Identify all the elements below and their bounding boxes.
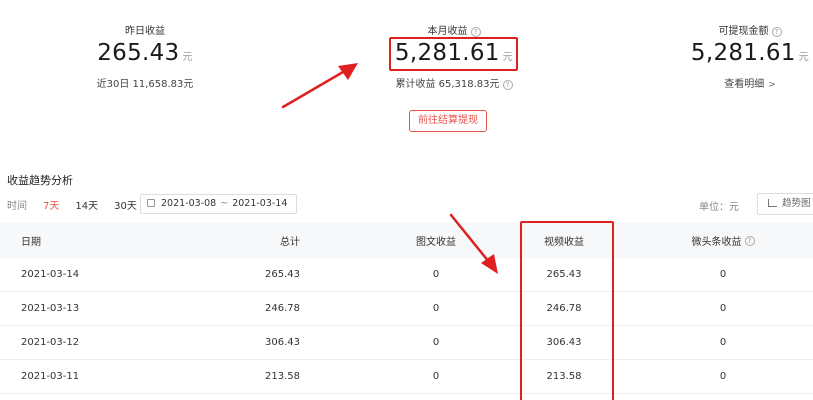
annotation-box-month: [389, 37, 518, 71]
view-details-link[interactable]: 查看明细 >: [650, 75, 813, 90]
table-row: 2021-03-13 246.78 0 246.78 0: [0, 292, 813, 326]
cell-total: 306.43: [265, 337, 300, 348]
table-row: 2021-03-14 265.43 0 265.43 0: [0, 258, 813, 292]
cell-microposts: 0: [719, 303, 727, 314]
cell-total: 213.58: [265, 371, 300, 382]
stat-month-label: 本月收益?: [354, 22, 554, 37]
cell-total: 265.43: [265, 269, 300, 280]
annotation-arrow: [281, 63, 358, 109]
date-range-picker[interactable]: 2021-03-08 ~2021-03-14: [140, 194, 297, 214]
help-circle-icon[interactable]: ?: [502, 80, 513, 90]
stat-yesterday-value: 265.43 元: [97, 40, 193, 66]
table-row: 2021-03-11 213.58 0 213.58 0: [0, 360, 813, 394]
cell-date: 2021-03-14: [21, 269, 80, 280]
calendar-icon: [147, 199, 155, 207]
cell-microposts: 0: [719, 337, 727, 348]
cell-microposts: 0: [719, 269, 727, 280]
help-circle-icon[interactable]: ?: [744, 235, 755, 246]
unit-label: 单位：元: [699, 202, 739, 213]
filter-14d[interactable]: 14天: [75, 197, 98, 212]
earnings-table: 日期 总计 图文收益 视频收益 微头条收益? 2021-03-14 265.43…: [0, 223, 813, 394]
stat-month-sub: 累计收益 65,318.83元?: [354, 75, 554, 90]
annotation-box-video: [520, 221, 614, 400]
header-article: 图文收益: [416, 237, 456, 248]
table-row: 2021-03-12 306.43 0 306.43 0: [0, 326, 813, 360]
time-filter: 时间 7天 14天 30天: [7, 194, 153, 214]
stat-withdrawable-value: 5,281.61 元: [690, 40, 810, 66]
cell-article: 0: [432, 371, 440, 382]
header-total: 总计: [280, 237, 300, 248]
stat-yesterday-sub: 近30日 11,658.83元: [96, 79, 194, 90]
settle-withdraw-button[interactable]: 前往结算提现: [409, 110, 487, 132]
cell-article: 0: [432, 303, 440, 314]
header-microposts: 微头条收益?: [664, 223, 782, 258]
help-circle-icon[interactable]: ?: [470, 27, 481, 37]
section-title: 收益趋势分析: [7, 174, 73, 187]
stat-yesterday-label: 昨日收益: [125, 26, 165, 37]
help-circle-icon[interactable]: ?: [771, 27, 782, 37]
cell-date: 2021-03-11: [21, 371, 80, 382]
filter-7d[interactable]: 7天: [43, 197, 59, 212]
cell-article: 0: [432, 269, 440, 280]
cell-microposts: 0: [719, 371, 727, 382]
stat-withdrawable-label: 可提现金额?: [650, 22, 813, 37]
header-date: 日期: [21, 237, 41, 248]
table-header: 日期 总计 图文收益 视频收益 微头条收益?: [0, 223, 813, 258]
trend-chart-button[interactable]: 趋势图: [757, 193, 813, 215]
cell-date: 2021-03-13: [21, 303, 80, 314]
cell-total: 246.78: [265, 303, 300, 314]
filter-30d[interactable]: 30天: [114, 197, 137, 212]
time-label: 时间: [7, 200, 27, 212]
chevron-right-icon: >: [768, 80, 776, 90]
cell-date: 2021-03-12: [21, 337, 80, 348]
cell-article: 0: [432, 337, 440, 348]
line-chart-icon: [768, 199, 777, 207]
